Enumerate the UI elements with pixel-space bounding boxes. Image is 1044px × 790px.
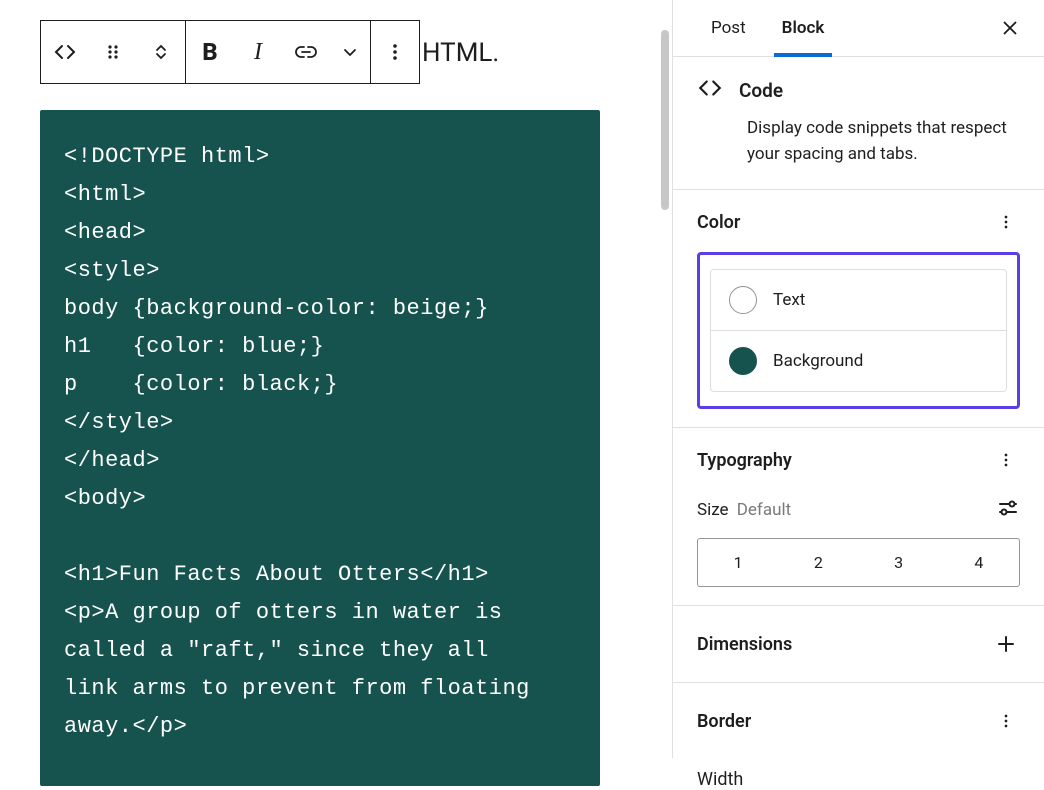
color-list: Text Background	[710, 269, 1007, 392]
block-type-button[interactable]	[41, 21, 89, 83]
panel-color-options[interactable]	[992, 208, 1020, 236]
panel-typography: Typography Size Default 1 2 3 4	[673, 428, 1044, 606]
block-info-title: Code	[739, 79, 783, 102]
code-block-icon	[697, 75, 723, 106]
panel-color: Color Text Background	[673, 190, 1044, 428]
link-button[interactable]	[282, 21, 330, 83]
panel-color-title: Color	[697, 212, 740, 233]
text-color-swatch	[729, 286, 757, 314]
panel-dimensions-add[interactable]	[992, 630, 1020, 658]
font-size-option-3[interactable]: 3	[859, 539, 939, 586]
sliders-icon	[996, 496, 1020, 520]
editor-scroll-thumb[interactable]	[661, 30, 669, 210]
link-icon	[294, 40, 318, 64]
panel-typography-options[interactable]	[992, 446, 1020, 474]
settings-sidebar: Post Block Code Display code snippets th…	[672, 0, 1044, 758]
editor-scroll-track	[658, 0, 672, 758]
toolbar-group-format: B I	[186, 21, 371, 83]
color-background-row[interactable]: Background	[711, 330, 1006, 391]
color-text-row[interactable]: Text	[711, 270, 1006, 330]
tab-post[interactable]: Post	[693, 0, 764, 56]
block-info-description: Display code snippets that respect your …	[697, 116, 1020, 167]
close-sidebar-button[interactable]	[992, 10, 1028, 46]
panel-dimensions[interactable]: Dimensions	[673, 606, 1044, 683]
drag-icon	[101, 40, 125, 64]
more-format-button[interactable]	[330, 21, 370, 83]
color-settings-highlight: Text Background	[697, 252, 1020, 409]
toolbar-group-block	[41, 21, 186, 83]
background-color-swatch	[729, 347, 757, 375]
panel-typography-title: Typography	[697, 450, 792, 471]
panel-border[interactable]: Border	[673, 683, 1044, 759]
block-info: Code Display code snippets that respect …	[673, 57, 1044, 190]
font-size-options: 1 2 3 4	[697, 538, 1020, 587]
drag-handle-button[interactable]	[89, 21, 137, 83]
panel-border-options[interactable]	[992, 707, 1020, 735]
bold-button[interactable]: B	[186, 21, 234, 83]
more-vertical-icon	[996, 450, 1016, 470]
more-vertical-icon	[383, 40, 407, 64]
plus-icon	[994, 632, 1018, 656]
trailing-text: HTML.	[422, 38, 499, 68]
tab-block[interactable]: Block	[764, 0, 843, 56]
toolbar-group-more	[371, 21, 419, 83]
panel-border-title: Border	[697, 711, 751, 732]
font-size-option-2[interactable]: 2	[778, 539, 858, 586]
close-icon	[999, 17, 1021, 39]
chevron-up-down-icon	[149, 40, 173, 64]
options-button[interactable]	[371, 21, 419, 83]
sidebar-tabs: Post Block	[673, 0, 1044, 57]
chevron-down-icon	[338, 40, 362, 64]
code-block-content[interactable]: <!DOCTYPE html> <html> <head> <style> bo…	[40, 110, 600, 786]
color-text-label: Text	[773, 290, 805, 310]
more-vertical-icon	[996, 711, 1016, 731]
font-size-label: Size Default	[697, 500, 791, 520]
code-brackets-icon	[53, 40, 77, 64]
custom-size-button[interactable]	[996, 496, 1020, 524]
panel-width-cut: Width	[673, 759, 1044, 790]
font-size-option-4[interactable]: 4	[939, 539, 1019, 586]
italic-button[interactable]: I	[234, 21, 282, 83]
block-toolbar: B I	[40, 20, 420, 84]
editor-area: B I HTML. <!DOCTYPE html> <html> <head> …	[0, 0, 672, 758]
panel-dimensions-title: Dimensions	[697, 634, 792, 655]
color-background-label: Background	[773, 351, 863, 371]
more-vertical-icon	[996, 212, 1016, 232]
move-buttons[interactable]	[137, 21, 185, 83]
font-size-option-1[interactable]: 1	[698, 539, 778, 586]
font-size-row: Size Default	[697, 496, 1020, 524]
